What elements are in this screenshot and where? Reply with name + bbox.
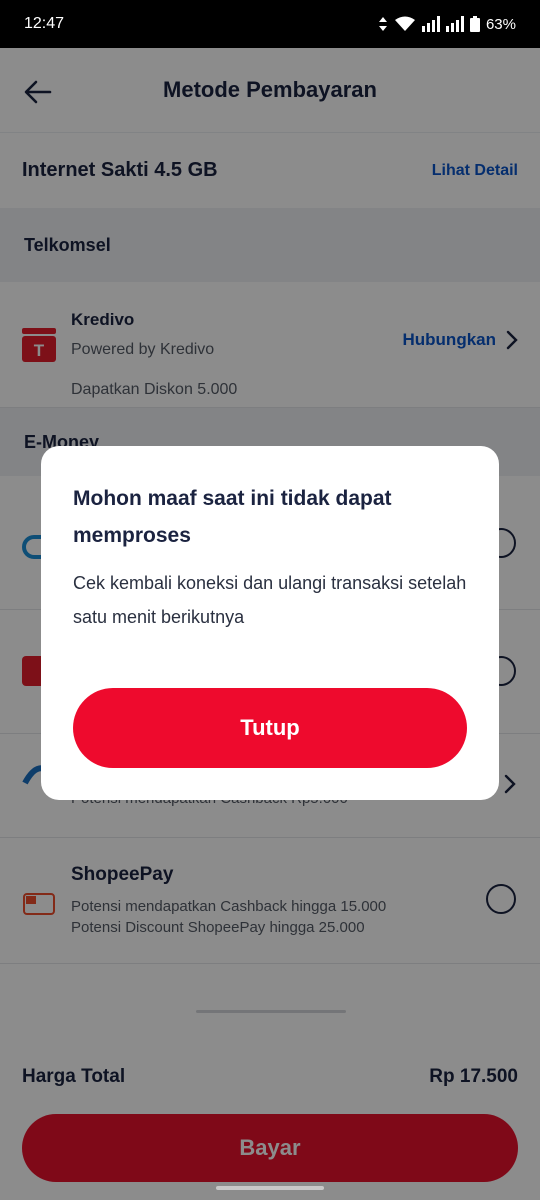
signal-icon-2 bbox=[445, 16, 464, 32]
signal-icon bbox=[421, 16, 440, 32]
error-dialog: Mohon maaf saat ini tidak dapat memprose… bbox=[41, 446, 499, 800]
status-time: 12:47 bbox=[24, 15, 65, 32]
wifi-icon bbox=[394, 16, 415, 31]
battery-icon bbox=[469, 16, 480, 32]
status-icons: 63% bbox=[378, 16, 516, 33]
dialog-message: Cek kembali koneksi dan ulangi transaksi… bbox=[73, 573, 467, 627]
dialog-title: Mohon maaf saat ini tidak dapat memprose… bbox=[73, 487, 392, 547]
gesture-nav-handle[interactable] bbox=[216, 1186, 324, 1190]
status-bar: 12:47 63% bbox=[0, 0, 540, 48]
close-dialog-button[interactable]: Tutup bbox=[73, 688, 467, 768]
data-arrows-icon bbox=[378, 17, 387, 31]
battery-level: 63% bbox=[485, 15, 516, 33]
